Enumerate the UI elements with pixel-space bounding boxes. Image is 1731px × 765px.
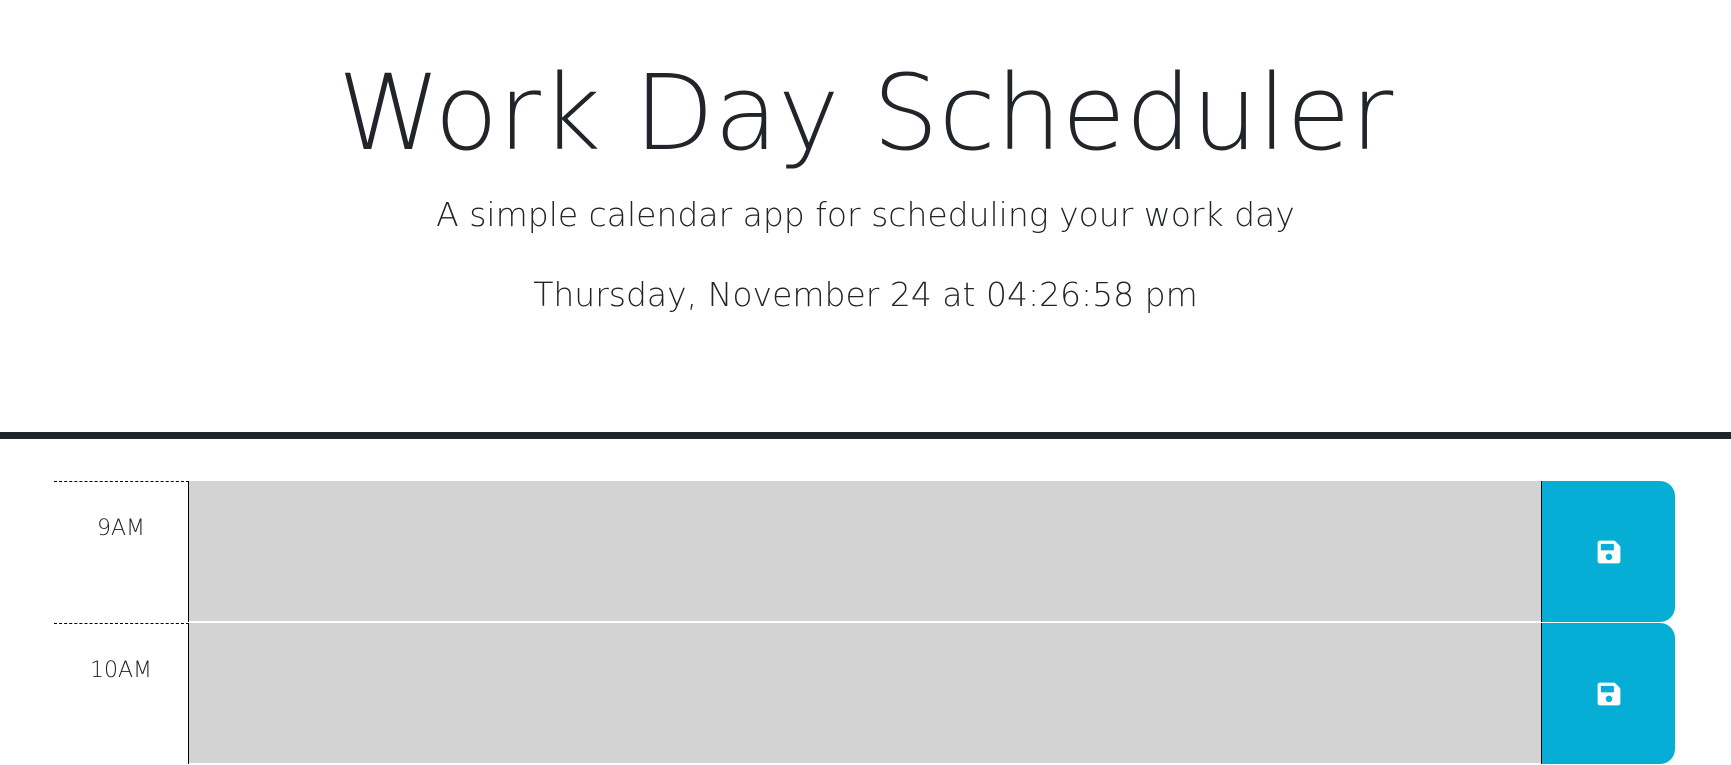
page-subtitle: A simple calendar app for scheduling you… [436, 195, 1295, 234]
time-block-9am: 9AM [54, 481, 1675, 622]
current-day: Thursday, November 24 at 04:26:58 pm [533, 275, 1198, 314]
page-title: Work Day Scheduler [337, 52, 1394, 174]
hour-label: 9AM [54, 481, 189, 622]
page-header: Work Day Scheduler A simple calendar app… [0, 0, 1731, 434]
event-description-input[interactable] [189, 481, 1541, 622]
floppy-disk-icon [1597, 682, 1620, 705]
floppy-disk-icon [1597, 540, 1620, 563]
time-block-10am: 10AM [54, 623, 1675, 764]
save-button[interactable] [1541, 623, 1675, 764]
save-button[interactable] [1541, 481, 1675, 622]
header-divider [0, 432, 1731, 439]
event-description-input[interactable] [189, 623, 1541, 764]
hour-label: 10AM [54, 623, 189, 764]
